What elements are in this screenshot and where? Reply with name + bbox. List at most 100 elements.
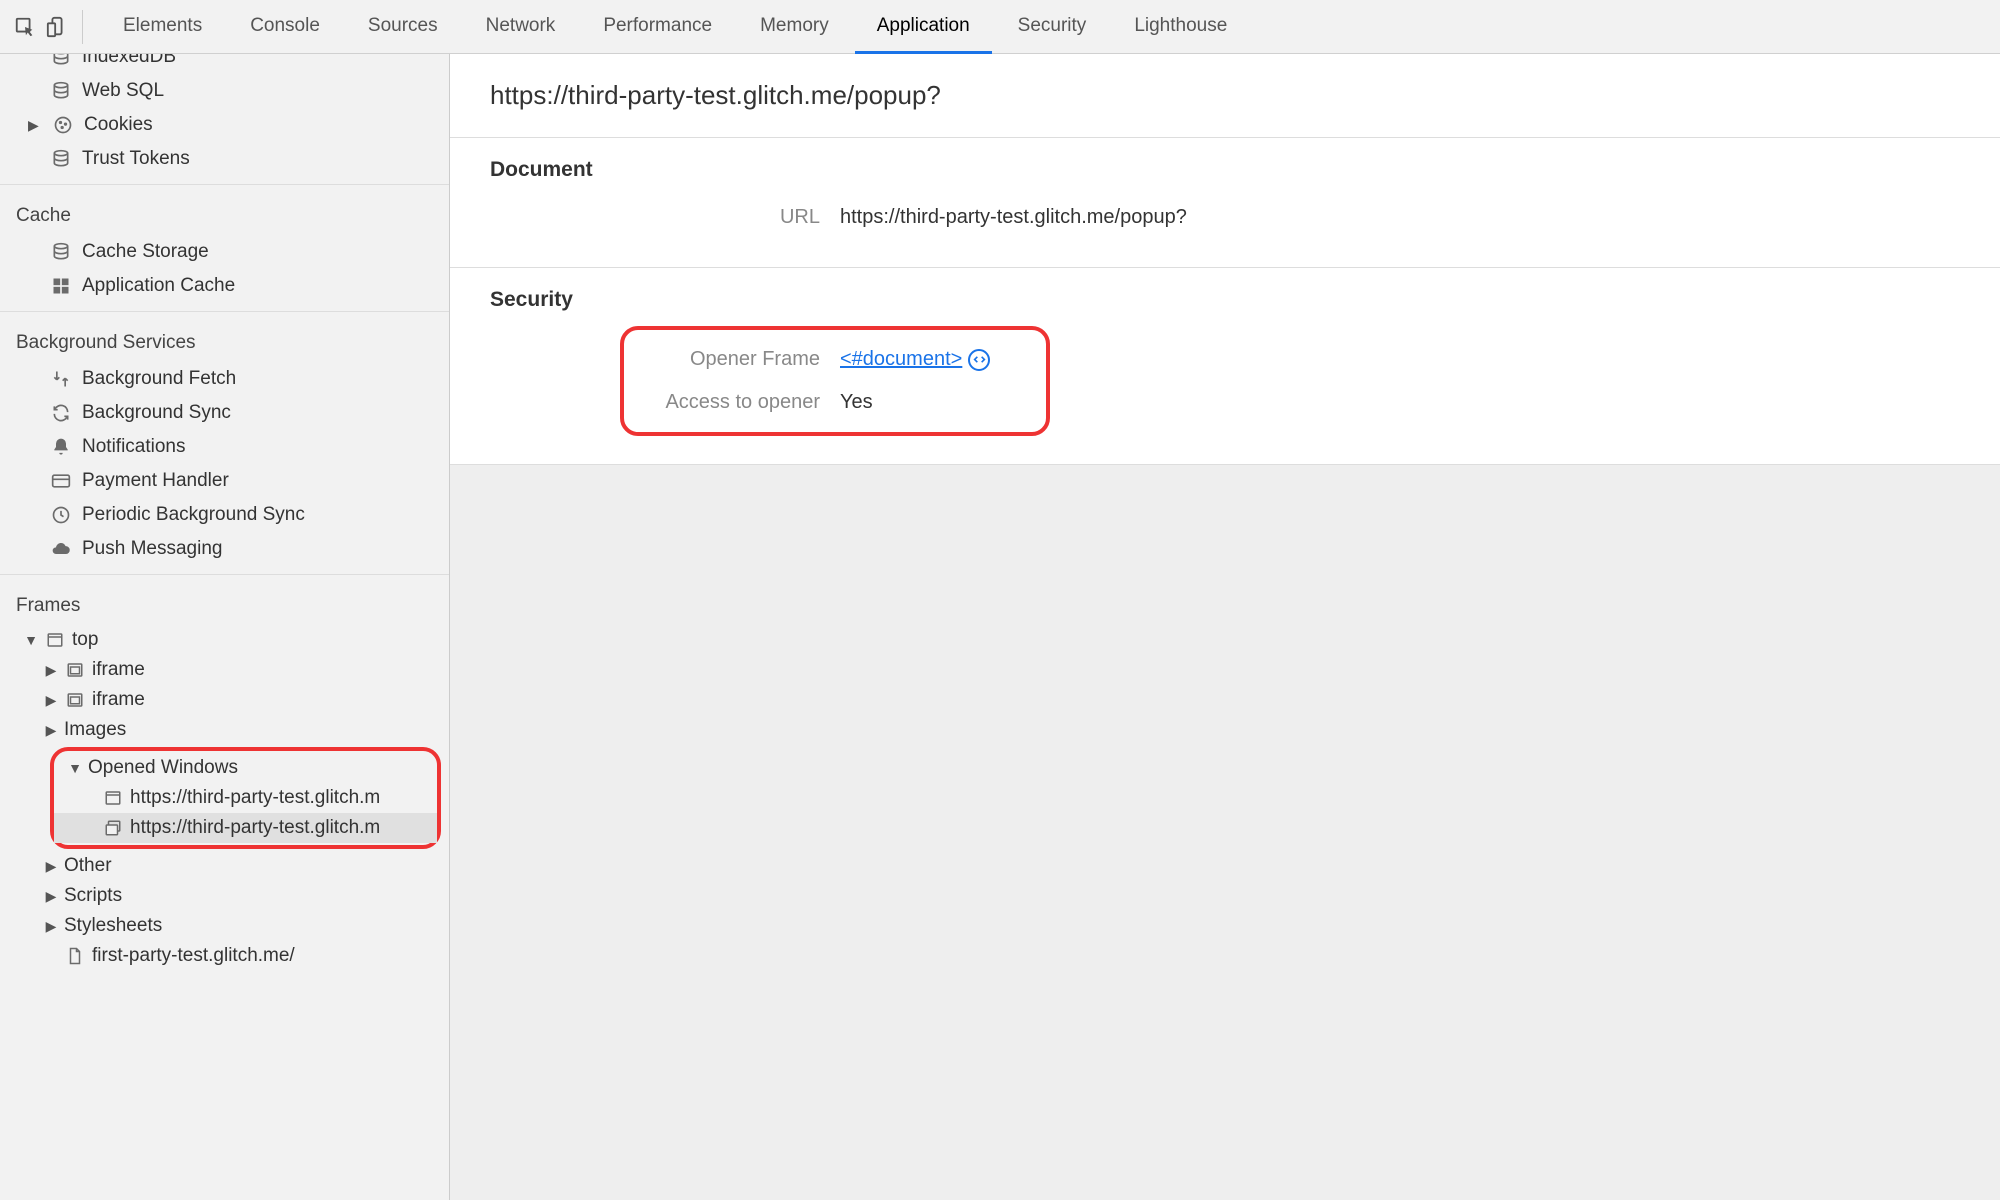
tree-row-window[interactable]: https://third-party-test.glitch.m (54, 813, 437, 843)
highlight-security: Opener Frame <#document> Access to opene… (620, 326, 1050, 436)
tree-label: iframe (92, 689, 145, 711)
sidebar-item-label: Background Fetch (82, 368, 236, 390)
sidebar-item-periodic-sync[interactable]: Periodic Background Sync (0, 498, 449, 532)
tab-application[interactable]: Application (855, 1, 992, 54)
sidebar-item-label: Notifications (82, 436, 186, 458)
tree-label: Stylesheets (64, 915, 162, 937)
sidebar-item-label: Background Sync (82, 402, 231, 424)
bell-icon (50, 436, 72, 458)
section-cache: Cache (0, 193, 449, 235)
sidebar-item-application-cache[interactable]: Application Cache (0, 269, 449, 303)
window-icon (102, 787, 124, 809)
tree-row-scripts[interactable]: ▶ Scripts (20, 881, 449, 911)
tab-elements[interactable]: Elements (101, 1, 224, 54)
database-icon (50, 241, 72, 263)
database-icon (50, 54, 72, 68)
tree-row-file[interactable]: first-party-test.glitch.me/ (20, 941, 449, 971)
tree-row-stylesheets[interactable]: ▶ Stylesheets (20, 911, 449, 941)
tab-sources[interactable]: Sources (346, 1, 460, 54)
tree-label: top (72, 629, 98, 651)
tree-row-iframe[interactable]: ▶ iframe (20, 655, 449, 685)
application-sidebar: IndexedDB Web SQL ▶ Cookies Trust Tokens… (0, 54, 450, 1200)
file-icon (64, 945, 86, 967)
sidebar-item-label: Application Cache (82, 275, 235, 297)
inspect-icon[interactable] (14, 16, 36, 38)
card-security: Security Opener Frame <#document> Access… (450, 268, 2000, 465)
sidebar-item-cache-storage[interactable]: Cache Storage (0, 235, 449, 269)
tab-lighthouse[interactable]: Lighthouse (1112, 1, 1249, 54)
sidebar-item-indexeddb[interactable]: IndexedDB (0, 54, 449, 74)
expand-arrow-icon: ▶ (44, 918, 58, 935)
section-frames: Frames (0, 583, 449, 625)
database-icon (50, 148, 72, 170)
card-heading: Document (490, 158, 1960, 182)
highlight-opened-windows: ▼ Opened Windows https://third-party-tes… (50, 747, 441, 849)
tab-icons (14, 10, 83, 44)
sidebar-item-label: Push Messaging (82, 538, 222, 560)
fetch-icon (50, 368, 72, 390)
device-toggle-icon[interactable] (46, 16, 68, 38)
sidebar-item-bg-sync[interactable]: Background Sync (0, 396, 449, 430)
sidebar-item-trust-tokens[interactable]: Trust Tokens (0, 142, 449, 176)
sidebar-item-bg-fetch[interactable]: Background Fetch (0, 362, 449, 396)
tab-security[interactable]: Security (996, 1, 1109, 54)
tree-label: Scripts (64, 885, 122, 907)
expand-arrow-icon: ▶ (44, 662, 58, 679)
opener-frame-link[interactable]: <#document> (840, 348, 962, 371)
credit-card-icon (50, 470, 72, 492)
tree-label: https://third-party-test.glitch.m (130, 787, 380, 809)
sidebar-item-label: Trust Tokens (82, 148, 190, 170)
reveal-icon[interactable] (968, 349, 990, 371)
tree-row-iframe[interactable]: ▶ iframe (20, 685, 449, 715)
tree-row-images[interactable]: ▶ Images (20, 715, 449, 745)
windows-icon (102, 817, 124, 839)
tab-performance[interactable]: Performance (581, 1, 734, 54)
iframe-icon (64, 689, 86, 711)
tree-label: first-party-test.glitch.me/ (92, 945, 295, 967)
expand-arrow-icon: ▼ (24, 632, 38, 648)
sidebar-item-label: Periodic Background Sync (82, 504, 305, 526)
grid-icon (50, 275, 72, 297)
cookie-icon (52, 114, 74, 136)
sidebar-item-payment-handler[interactable]: Payment Handler (0, 464, 449, 498)
expand-arrow-icon: ▶ (44, 888, 58, 905)
page-title: https://third-party-test.glitch.me/popup… (450, 54, 2000, 138)
sidebar-item-label: Web SQL (82, 80, 164, 102)
sidebar-item-push-messaging[interactable]: Push Messaging (0, 532, 449, 566)
iframe-icon (64, 659, 86, 681)
tree-label: Images (64, 719, 126, 741)
sidebar-item-websql[interactable]: Web SQL (0, 74, 449, 108)
sidebar-item-label: Cookies (84, 114, 153, 136)
tree-label: Other (64, 855, 112, 877)
kv-val-access: Yes (840, 391, 873, 414)
tree-row-opened-windows[interactable]: ▼ Opened Windows (54, 753, 437, 783)
frames-tree: ▼ top ▶ iframe ▶ iframe ▶ Images ▼ (0, 625, 449, 971)
tree-label: Opened Windows (88, 757, 238, 779)
sidebar-item-cookies[interactable]: ▶ Cookies (0, 108, 449, 142)
tab-memory[interactable]: Memory (738, 1, 851, 54)
kv-key-access: Access to opener (630, 391, 820, 414)
devtools-tabbar: Elements Console Sources Network Perform… (0, 0, 2000, 54)
expand-arrow-icon: ▶ (44, 722, 58, 739)
tab-network[interactable]: Network (464, 1, 578, 54)
sidebar-item-label: IndexedDB (82, 54, 176, 68)
window-icon (44, 629, 66, 651)
expand-arrow-icon: ▶ (28, 117, 42, 134)
tree-row-other[interactable]: ▶ Other (20, 851, 449, 881)
tab-console[interactable]: Console (228, 1, 342, 54)
tree-label: https://third-party-test.glitch.m (130, 817, 380, 839)
sidebar-item-label: Payment Handler (82, 470, 229, 492)
expand-arrow-icon: ▶ (44, 692, 58, 709)
clock-icon (50, 504, 72, 526)
card-heading: Security (490, 288, 1960, 312)
main-panel: https://third-party-test.glitch.me/popup… (450, 54, 2000, 1200)
tree-row-top[interactable]: ▼ top (20, 625, 449, 655)
kv-key-url: URL (630, 206, 820, 229)
tree-row-window[interactable]: https://third-party-test.glitch.m (54, 783, 437, 813)
sidebar-item-notifications[interactable]: Notifications (0, 430, 449, 464)
expand-arrow-icon: ▼ (68, 760, 82, 776)
tree-label: iframe (92, 659, 145, 681)
sync-icon (50, 402, 72, 424)
section-background-services: Background Services (0, 320, 449, 362)
database-icon (50, 80, 72, 102)
